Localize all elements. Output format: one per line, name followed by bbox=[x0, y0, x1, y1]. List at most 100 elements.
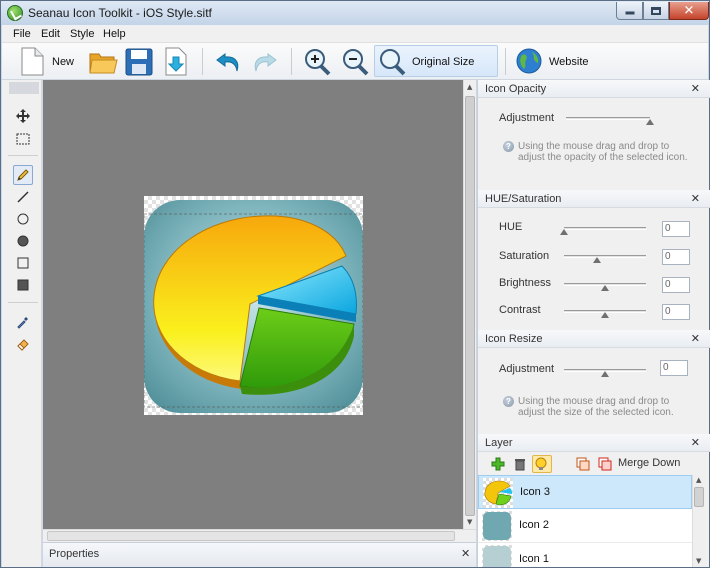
resize-title: Icon Resize bbox=[485, 333, 543, 345]
save-button[interactable] bbox=[124, 45, 154, 78]
contrast-value-field[interactable]: 0 bbox=[662, 304, 690, 320]
saturation-slider[interactable] bbox=[564, 253, 646, 265]
slider-knob[interactable] bbox=[592, 257, 601, 263]
layer-row-icon-2[interactable]: Icon 2 bbox=[478, 509, 692, 543]
layer-visibility-button[interactable] bbox=[532, 455, 552, 473]
open-button[interactable] bbox=[88, 45, 118, 78]
rectangle-tool[interactable] bbox=[13, 253, 33, 273]
redo-button[interactable] bbox=[250, 45, 280, 78]
merge-down-label: Merge Down bbox=[618, 457, 681, 469]
hue-saturation-section-header: HUE/Saturation ✕ bbox=[478, 190, 710, 208]
hue-slider[interactable] bbox=[560, 225, 646, 237]
close-window-button[interactable]: ✕ bbox=[669, 2, 709, 20]
filled-ellipse-tool[interactable] bbox=[13, 231, 33, 251]
line-tool[interactable] bbox=[13, 187, 33, 207]
eyedropper-tool[interactable] bbox=[13, 312, 33, 332]
lightbulb-icon bbox=[535, 457, 547, 470]
filled-rectangle-tool[interactable] bbox=[13, 275, 33, 295]
resize-slider[interactable] bbox=[564, 367, 646, 379]
trash-icon bbox=[515, 459, 525, 471]
undo-button[interactable] bbox=[213, 45, 243, 78]
opacity-title: Icon Opacity bbox=[485, 83, 547, 95]
scroll-down-icon[interactable]: ▼ bbox=[467, 518, 472, 526]
marquee-select-tool[interactable] bbox=[13, 129, 33, 149]
new-button[interactable]: New bbox=[18, 45, 80, 78]
minimize-button[interactable] bbox=[616, 2, 643, 20]
original-size-button[interactable]: Original Size bbox=[374, 45, 498, 77]
ellipse-tool[interactable] bbox=[13, 209, 33, 229]
slider-track bbox=[564, 227, 646, 230]
title-bar: Seanau Icon Toolkit - iOS Style.sitf ✕ bbox=[1, 1, 709, 25]
layer-row-icon-3[interactable]: Icon 3 bbox=[478, 475, 692, 509]
scroll-thumb[interactable] bbox=[47, 531, 455, 541]
slider-knob[interactable] bbox=[560, 229, 568, 235]
maximize-button[interactable] bbox=[643, 2, 669, 20]
opacity-adjustment-label: Adjustment bbox=[499, 112, 555, 124]
brightness-value-field[interactable]: 0 bbox=[662, 277, 690, 293]
tool-palette-grip[interactable] bbox=[9, 82, 39, 94]
scroll-thumb[interactable] bbox=[465, 96, 475, 516]
contrast-slider[interactable] bbox=[564, 308, 646, 320]
saturation-value-field[interactable]: 0 bbox=[662, 249, 690, 265]
close-properties-icon[interactable]: ✕ bbox=[461, 547, 470, 560]
website-button[interactable]: Website bbox=[514, 45, 594, 78]
marquee-select-icon bbox=[16, 133, 30, 145]
icon-canvas[interactable] bbox=[144, 196, 363, 415]
pencil-tool[interactable] bbox=[13, 165, 33, 185]
brightness-slider[interactable] bbox=[564, 281, 646, 293]
zoom-out-button[interactable] bbox=[340, 45, 370, 78]
duplicate-layer-button[interactable] bbox=[575, 456, 591, 472]
menu-style[interactable]: Style bbox=[70, 28, 94, 40]
menu-help[interactable]: Help bbox=[103, 28, 126, 40]
filled-rectangle-icon bbox=[17, 279, 29, 291]
canvas-horizontal-scrollbar[interactable] bbox=[43, 529, 476, 542]
pencil-icon bbox=[17, 169, 29, 181]
menu-edit[interactable]: Edit bbox=[41, 28, 60, 40]
eraser-tool[interactable] bbox=[13, 334, 33, 354]
tool-separator bbox=[8, 155, 38, 156]
layer-row-icon-1[interactable]: Icon 1 bbox=[478, 543, 692, 567]
layer-list: Icon 3 Icon 2 Icon 1 bbox=[478, 475, 692, 567]
scroll-up-icon[interactable]: ▲ bbox=[696, 476, 701, 484]
opacity-slider[interactable] bbox=[566, 115, 654, 127]
layer-toolbar: Merge Down bbox=[478, 453, 710, 475]
move-tool[interactable] bbox=[13, 106, 33, 126]
maximize-icon bbox=[651, 6, 661, 15]
ellipse-icon bbox=[17, 213, 29, 225]
scroll-up-icon[interactable]: ▲ bbox=[467, 83, 472, 91]
canvas-vertical-scrollbar[interactable]: ▲ ▼ bbox=[463, 80, 476, 529]
tool-palette bbox=[2, 80, 42, 567]
close-opacity-icon[interactable]: ✕ bbox=[691, 82, 700, 95]
properties-title: Properties bbox=[49, 548, 100, 560]
menu-file[interactable]: File bbox=[13, 28, 31, 40]
delete-layer-button[interactable] bbox=[512, 456, 528, 472]
magnifier-icon bbox=[380, 49, 406, 76]
scroll-down-icon[interactable]: ▼ bbox=[696, 557, 701, 565]
add-layer-button[interactable] bbox=[490, 456, 506, 472]
slider-knob[interactable] bbox=[601, 371, 609, 377]
tool-separator bbox=[8, 302, 38, 303]
slider-knob[interactable] bbox=[601, 312, 609, 318]
eyedropper-icon bbox=[17, 317, 28, 329]
rounded-square-thumbnail-icon bbox=[483, 512, 511, 540]
opacity-section-header: Icon Opacity ✕ bbox=[478, 80, 710, 98]
zoom-in-icon bbox=[305, 49, 331, 76]
globe-icon bbox=[516, 48, 542, 74]
resize-value-field[interactable]: 0 bbox=[660, 360, 688, 376]
website-label: Website bbox=[549, 56, 589, 68]
slider-knob[interactable] bbox=[601, 285, 609, 291]
scroll-thumb[interactable] bbox=[694, 487, 704, 507]
toolbar-separator bbox=[291, 48, 292, 75]
slider-track bbox=[564, 255, 646, 258]
merge-down-button[interactable]: Merge Down bbox=[597, 456, 697, 472]
slider-knob[interactable] bbox=[646, 119, 654, 125]
close-hue-saturation-icon[interactable]: ✕ bbox=[691, 192, 700, 205]
hue-value-field[interactable]: 0 bbox=[662, 221, 690, 237]
close-icon: ✕ bbox=[683, 3, 695, 18]
layer-list-scrollbar[interactable]: ▲ ▼ bbox=[692, 475, 705, 567]
zoom-in-button[interactable] bbox=[302, 45, 332, 78]
export-button[interactable] bbox=[162, 45, 190, 78]
close-resize-icon[interactable]: ✕ bbox=[691, 332, 700, 345]
layer-name: Icon 3 bbox=[520, 486, 550, 498]
close-layer-icon[interactable]: ✕ bbox=[691, 436, 700, 449]
